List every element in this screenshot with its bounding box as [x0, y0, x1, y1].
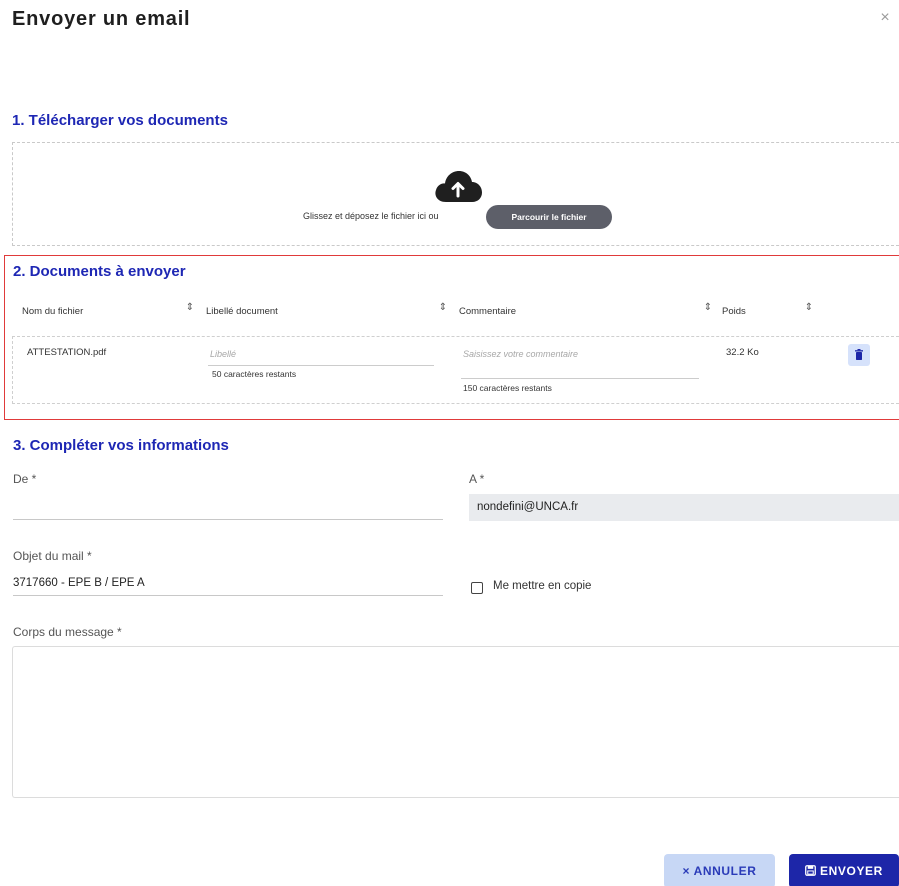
comment-input-underline [461, 378, 699, 379]
column-header-label: Libellé document [206, 306, 278, 317]
message-body-textarea[interactable] [12, 646, 899, 798]
save-icon [805, 865, 816, 876]
from-label: De * [13, 472, 37, 486]
upload-section-title: 1. Télécharger vos documents [12, 112, 228, 129]
comment-char-counter: 150 caractères restants [463, 383, 552, 393]
label-input-underline [208, 365, 434, 366]
copy-me-checkbox[interactable] [471, 582, 483, 594]
sort-label-icon[interactable]: ⇕ [438, 302, 448, 313]
sort-size-icon[interactable]: ⇕ [804, 302, 814, 313]
cloud-upload-icon [435, 171, 482, 202]
send-button-label: ENVOYER [820, 864, 883, 878]
sort-comment-icon[interactable]: ⇕ [703, 302, 713, 313]
cancel-button[interactable]: × ANNULER [664, 854, 775, 886]
column-header-filename: Nom du fichier [22, 306, 84, 317]
close-icon[interactable]: × [877, 10, 893, 26]
to-value: nondefini@UNCA.fr [477, 501, 579, 513]
delete-file-button[interactable] [848, 344, 870, 366]
subject-label: Objet du mail * [13, 549, 92, 563]
comment-input[interactable]: Saisissez votre commentaire [463, 349, 578, 359]
body-label: Corps du message * [13, 625, 122, 639]
from-input-underline [13, 519, 443, 520]
info-section-title: 3. Compléter vos informations [13, 437, 229, 454]
label-input[interactable]: Libellé [210, 349, 236, 359]
table-row [12, 336, 899, 404]
to-label: A * [469, 472, 485, 486]
subject-input-underline [13, 595, 443, 596]
drop-instructions: Glissez et déposez le fichier ici ou [303, 211, 439, 221]
file-size: 32.2 Ko [726, 347, 759, 358]
from-input[interactable] [13, 500, 443, 516]
subject-input[interactable]: 3717660 - EPE B / EPE A [13, 577, 145, 589]
sort-filename-icon[interactable]: ⇕ [185, 302, 195, 313]
file-name: ATTESTATION.pdf [27, 347, 107, 358]
send-button[interactable]: ENVOYER [789, 854, 899, 886]
browse-file-button[interactable]: Parcourir le fichier [486, 205, 612, 229]
trash-icon [855, 349, 863, 360]
label-char-counter: 50 caractères restants [212, 369, 297, 379]
copy-me-label[interactable]: Me mettre en copie [493, 580, 591, 592]
modal-title: Envoyer un email [12, 8, 191, 30]
to-field: nondefini@UNCA.fr [469, 494, 899, 521]
column-header-comment: Commentaire [459, 306, 517, 317]
column-header-size: Poids [722, 306, 746, 317]
documents-section-title: 2. Documents à envoyer [13, 263, 186, 280]
